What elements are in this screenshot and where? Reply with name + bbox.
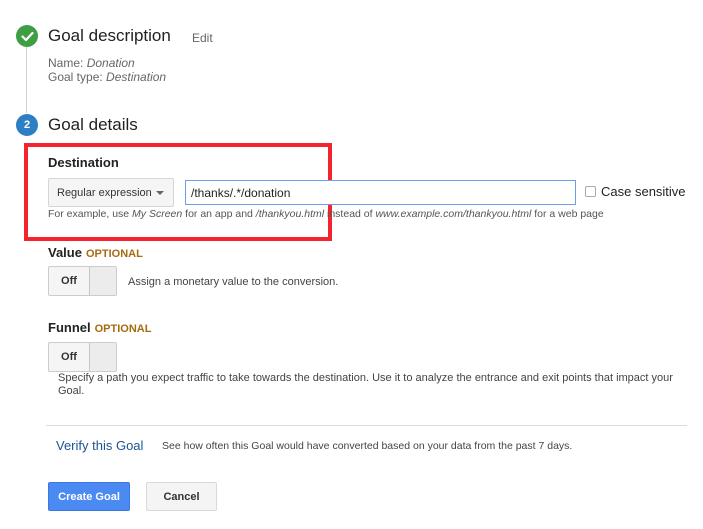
hint-text: instead of [324,208,376,220]
destination-input[interactable] [185,180,576,205]
match-type-value: Regular expression [57,186,152,199]
step-2-badge: 2 [16,114,38,136]
goal-type-value: Destination [106,70,167,84]
value-label: Value [48,245,82,260]
funnel-toggle-state: Off [61,351,77,363]
hint-url-example: www.example.com/thankyou.html [375,208,532,220]
value-description: Assign a monetary value to the conversio… [128,276,339,288]
value-toggle[interactable]: Off [48,266,117,296]
hint-text: for a web page [531,208,604,220]
funnel-optional-tag: OPTIONAL [94,323,152,335]
funnel-label: Funnel [48,320,91,335]
step-1-title: Goal description [48,26,171,45]
funnel-toggle[interactable]: Off [48,342,117,372]
step-complete-badge [16,25,38,47]
goal-name: Name: Donation [48,56,135,70]
goal-type: Goal type: Destination [48,70,166,84]
funnel-description: Specify a path you expect traffic to tak… [58,372,673,397]
create-goal-button[interactable]: Create Goal [48,482,130,511]
goal-type-label: Goal type: [48,70,103,84]
goal-name-label: Name: [48,56,84,70]
divider [46,425,687,426]
match-type-select[interactable]: Regular expression [48,178,174,207]
toggle-thumb [89,343,116,371]
step-2-title: Goal details [48,115,138,134]
hint-page-example: /thankyou.html [255,208,325,220]
case-sensitive-checkbox[interactable] [585,186,596,197]
value-section-heading: Value OPTIONAL [48,245,143,260]
edit-goal-description-link[interactable]: Edit [192,31,213,45]
goal-name-value: Donation [86,56,135,70]
dropdown-arrow-icon [156,191,164,195]
stepper-connector [26,47,27,113]
value-toggle-state: Off [61,275,77,287]
check-icon [20,31,34,41]
cancel-button[interactable]: Cancel [146,482,217,511]
hint-text: For example, use [48,208,133,220]
hint-text: for an app and [182,208,256,220]
verify-goal-link[interactable]: Verify this Goal [56,438,143,453]
hint-app-example: My Screen [132,208,183,220]
verify-description: See how often this Goal would have conve… [162,440,573,452]
funnel-section-heading: Funnel OPTIONAL [48,320,151,335]
toggle-thumb [89,267,116,295]
case-sensitive-label[interactable]: Case sensitive [601,184,686,199]
destination-hint: For example, use My Screen for an app an… [48,208,604,220]
destination-label: Destination [48,155,119,170]
value-optional-tag: OPTIONAL [85,248,143,260]
